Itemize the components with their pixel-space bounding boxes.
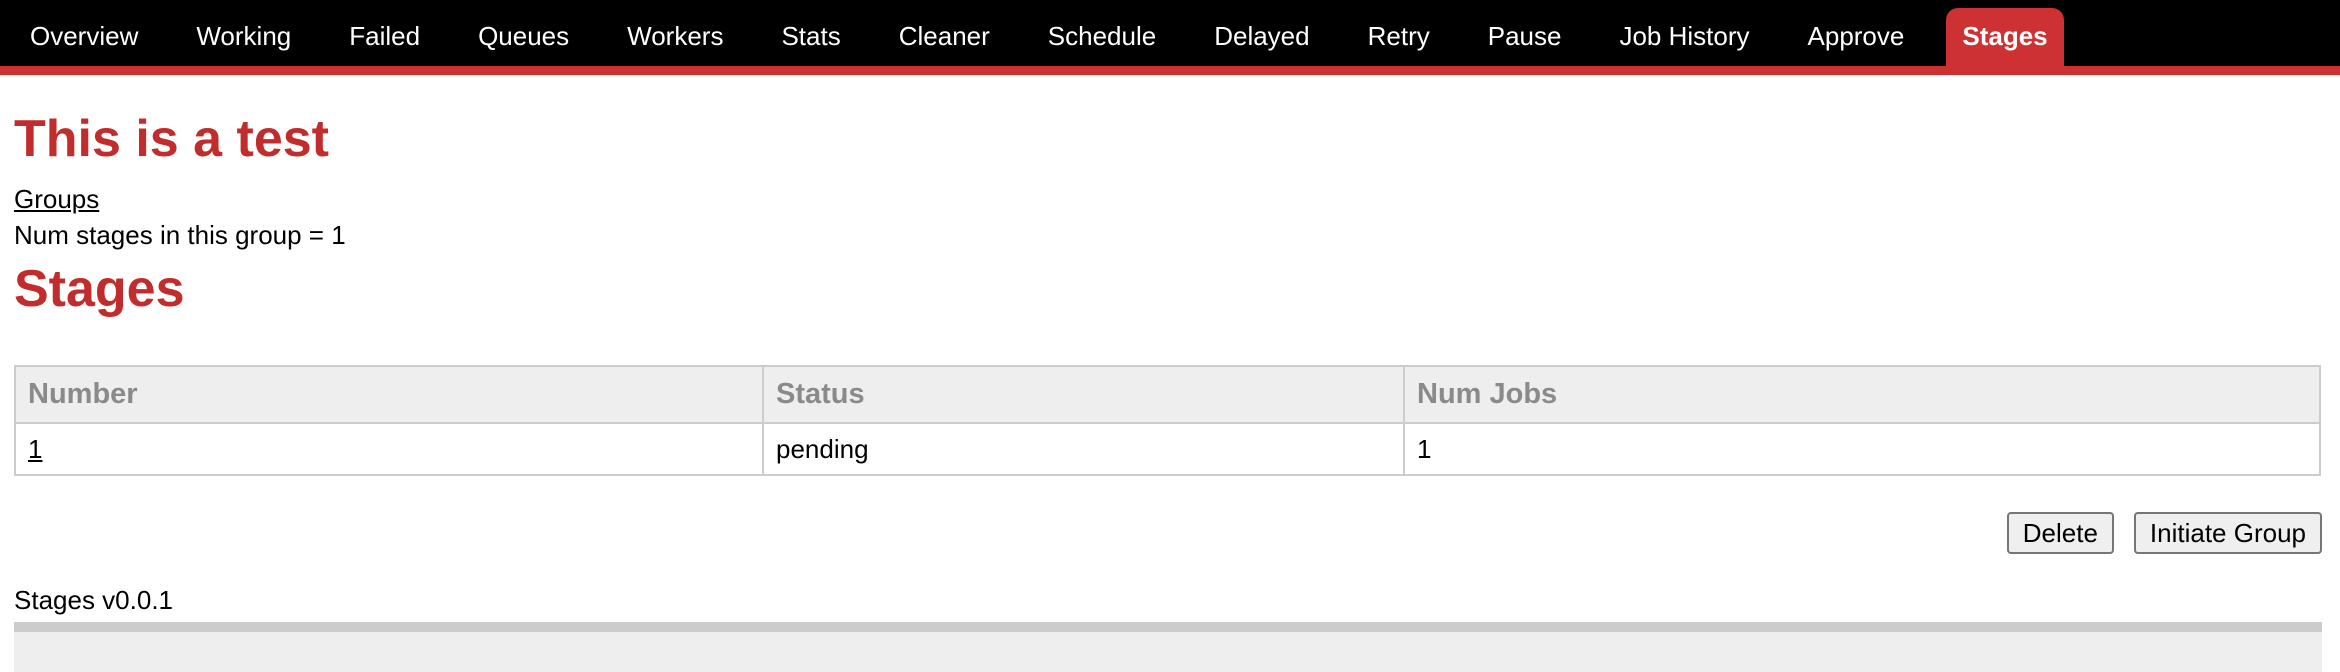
nav-tabs: Overview Working Failed Queues Workers S… [0, 0, 2340, 66]
stages-table: Number Status Num Jobs 1 pending 1 [14, 365, 2321, 476]
footer-bar [14, 622, 2322, 672]
tab-retry[interactable]: Retry [1352, 8, 1446, 66]
cell-status: pending [762, 422, 1405, 476]
column-header-status: Status [762, 365, 1405, 424]
tab-job-history[interactable]: Job History [1603, 8, 1765, 66]
tab-pause[interactable]: Pause [1472, 8, 1578, 66]
table-row: 1 pending 1 [14, 422, 2321, 476]
tab-overview[interactable]: Overview [14, 8, 154, 66]
main-content: This is a test Groups Num stages in this… [0, 109, 2340, 672]
version-text: Stages v0.0.1 [14, 585, 173, 615]
column-header-num-jobs: Num Jobs [1403, 365, 2321, 424]
group-actions: Delete Initiate Group [14, 512, 2322, 554]
tab-approve[interactable]: Approve [1792, 8, 1921, 66]
page-title: This is a test [14, 110, 329, 168]
tab-cleaner[interactable]: Cleaner [883, 8, 1006, 66]
cell-num-jobs: 1 [1403, 422, 2321, 476]
initiate-group-button[interactable]: Initiate Group [2133, 512, 2322, 554]
groups-link[interactable]: Groups [14, 183, 99, 215]
tab-workers[interactable]: Workers [611, 8, 739, 66]
tab-stages[interactable]: Stages [1946, 8, 2064, 66]
num-stages-text: Num stages in this group = 1 [14, 220, 346, 250]
stage-number-link[interactable]: 1 [28, 434, 42, 464]
tab-schedule[interactable]: Schedule [1032, 8, 1172, 66]
cell-number: 1 [14, 422, 764, 476]
tab-delayed[interactable]: Delayed [1198, 8, 1325, 66]
table-header-row: Number Status Num Jobs [14, 365, 2321, 424]
section-title: Stages [14, 260, 185, 318]
tab-queues[interactable]: Queues [462, 8, 585, 66]
top-navigation: Overview Working Failed Queues Workers S… [0, 0, 2340, 75]
tab-failed[interactable]: Failed [333, 8, 436, 66]
column-header-number: Number [14, 365, 764, 424]
delete-button[interactable]: Delete [2006, 512, 2114, 554]
tab-stats[interactable]: Stats [765, 8, 856, 66]
tab-working[interactable]: Working [180, 8, 307, 66]
